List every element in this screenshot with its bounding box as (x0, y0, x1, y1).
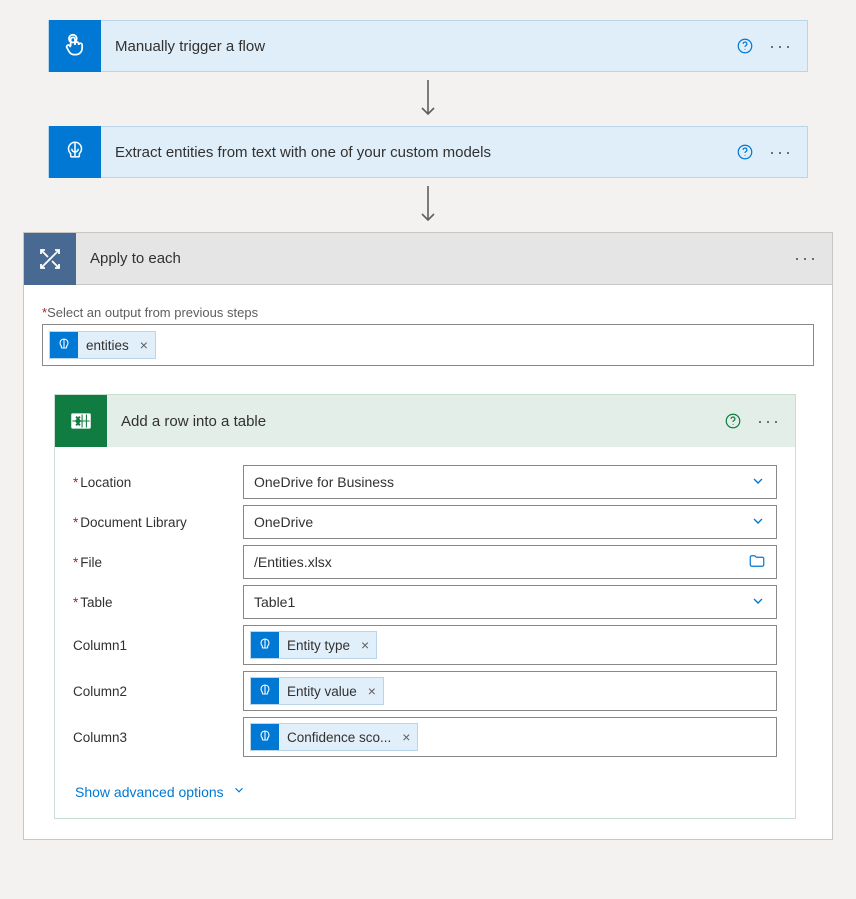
location-select[interactable]: OneDrive for Business (243, 465, 777, 499)
file-picker[interactable]: /Entities.xlsx (243, 545, 777, 579)
arrow-down-icon (416, 72, 440, 126)
inner-step-title: Add a row into a table (107, 413, 717, 430)
table-label: *Table (73, 595, 243, 610)
apply-to-each-header[interactable]: Apply to each ··· (24, 233, 832, 285)
step-manual-trigger[interactable]: Manually trigger a flow ··· (48, 20, 808, 72)
more-menu-icon[interactable]: ··· (761, 136, 801, 168)
token-remove-icon[interactable]: × (354, 637, 376, 653)
column3-input[interactable]: Confidence sco... × (243, 717, 777, 757)
help-icon[interactable] (717, 405, 749, 437)
chevron-down-icon (750, 473, 766, 492)
arrow-down-icon (416, 178, 440, 232)
add-row-step: Add a row into a table ··· *Location (54, 394, 796, 819)
token-confidence-score[interactable]: Confidence sco... × (250, 723, 418, 751)
column1-label: Column1 (73, 638, 243, 653)
step-extract-entities[interactable]: Extract entities from text with one of y… (48, 126, 808, 178)
folder-icon[interactable] (748, 552, 766, 573)
column2-label: Column2 (73, 684, 243, 699)
loop-icon (24, 233, 76, 285)
ai-builder-icon (251, 678, 279, 704)
column3-label: Column3 (73, 730, 243, 745)
step-title: Manually trigger a flow (101, 38, 729, 55)
library-label: *Document Library (73, 515, 243, 530)
token-remove-icon[interactable]: × (361, 683, 383, 699)
chevron-down-icon (232, 783, 246, 800)
excel-icon (55, 395, 107, 447)
token-entity-value[interactable]: Entity value × (250, 677, 384, 705)
step-title: Extract entities from text with one of y… (101, 144, 729, 161)
apply-to-each-container: Apply to each ··· *Select an output from… (23, 232, 833, 840)
token-entities[interactable]: entities × (49, 331, 156, 359)
column2-input[interactable]: Entity value × (243, 671, 777, 711)
location-label: *Location (73, 475, 243, 490)
token-entity-type[interactable]: Entity type × (250, 631, 377, 659)
ai-builder-icon (50, 332, 78, 358)
manual-trigger-icon (49, 20, 101, 72)
file-label: *File (73, 555, 243, 570)
column1-input[interactable]: Entity type × (243, 625, 777, 665)
ai-builder-icon (49, 126, 101, 178)
ai-builder-icon (251, 724, 279, 750)
chevron-down-icon (750, 593, 766, 612)
output-from-previous-input[interactable]: entities × (42, 324, 814, 366)
show-advanced-options-link[interactable]: Show advanced options (73, 783, 246, 800)
chevron-down-icon (750, 513, 766, 532)
more-menu-icon[interactable]: ··· (761, 30, 801, 62)
output-label: *Select an output from previous steps (42, 305, 814, 320)
ai-builder-icon (251, 632, 279, 658)
help-icon[interactable] (729, 30, 761, 62)
token-remove-icon[interactable]: × (133, 337, 155, 353)
container-title: Apply to each (76, 250, 786, 267)
library-select[interactable]: OneDrive (243, 505, 777, 539)
table-select[interactable]: Table1 (243, 585, 777, 619)
more-menu-icon[interactable]: ··· (749, 405, 789, 437)
help-icon[interactable] (729, 136, 761, 168)
more-menu-icon[interactable]: ··· (786, 243, 826, 275)
add-row-header[interactable]: Add a row into a table ··· (55, 395, 795, 447)
token-remove-icon[interactable]: × (395, 729, 417, 745)
